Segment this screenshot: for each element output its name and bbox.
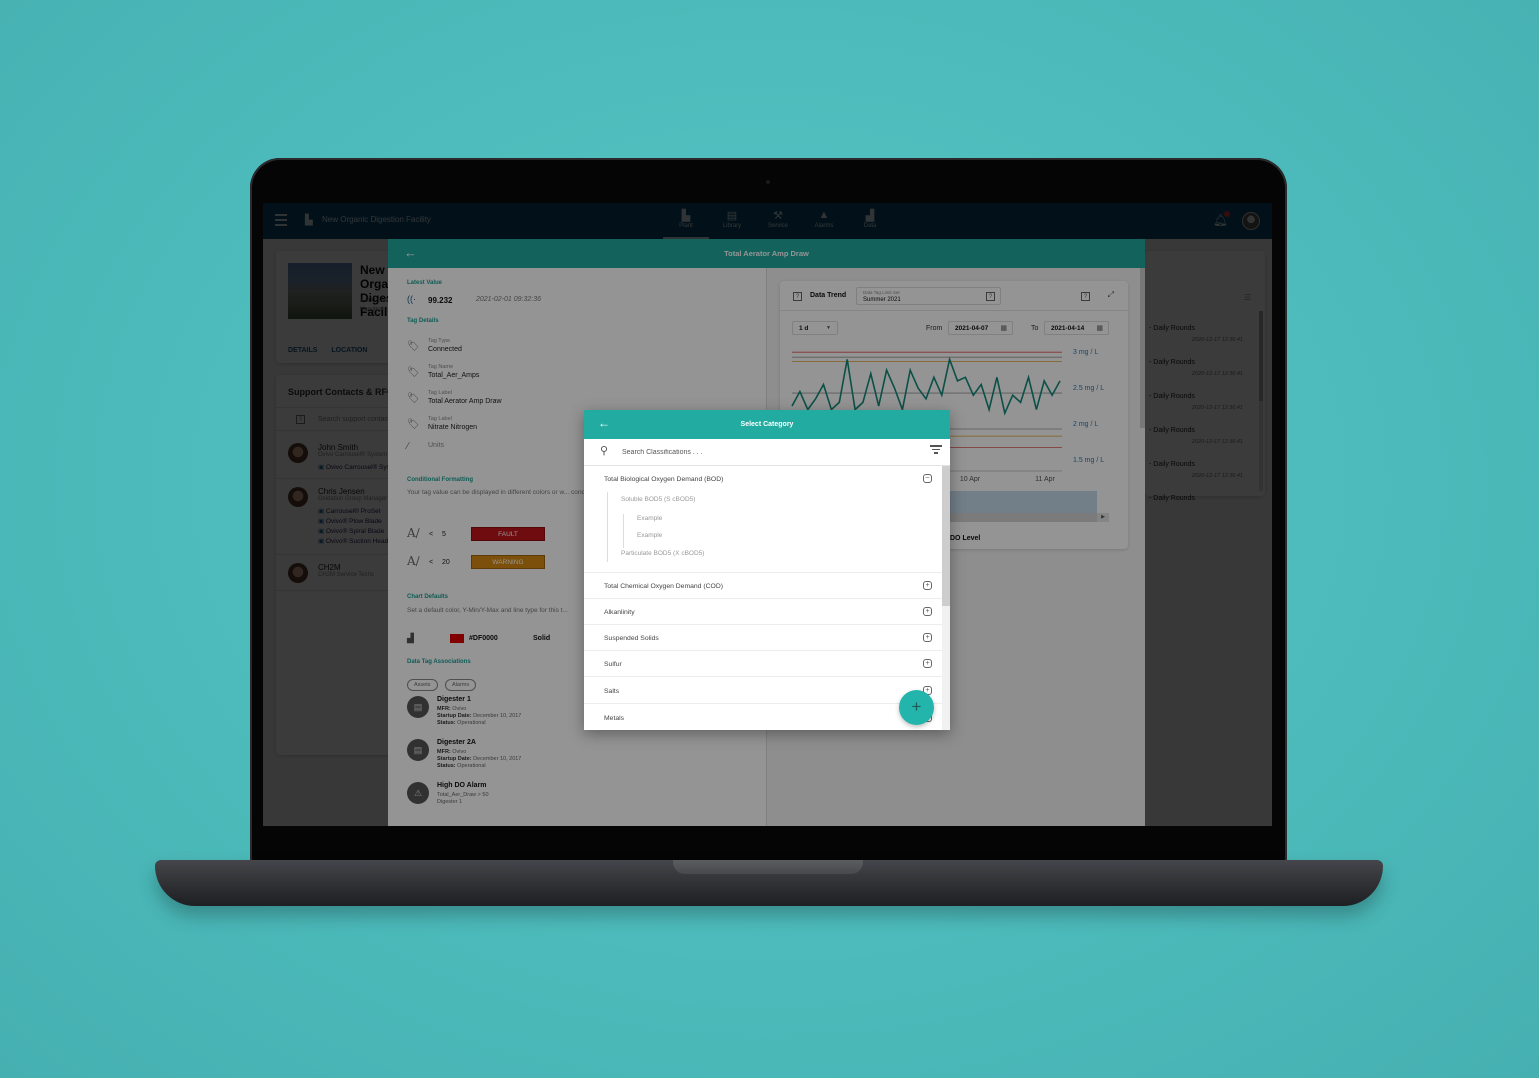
classification-search: ⚲: [584, 439, 950, 466]
app-screen: New Organic Digestion Facility 1-800-555…: [263, 203, 1272, 826]
category-item[interactable]: Suspended Solids +: [584, 625, 942, 651]
dialog-scrollbar[interactable]: [942, 466, 950, 730]
category-label: Alkanlinity: [604, 609, 635, 616]
category-item[interactable]: Sulfur +: [584, 651, 942, 677]
expand-plus-icon[interactable]: +: [923, 659, 932, 668]
tree-line: [607, 492, 608, 562]
category-item[interactable]: Salts +: [584, 678, 942, 704]
tree-line: [623, 514, 624, 548]
category-label: Total Chemical Oxygen Demand (COD): [604, 583, 723, 590]
category-item[interactable]: Total Chemical Oxygen Demand (COD) +: [584, 573, 942, 599]
category-item-expanded[interactable]: Total Biological Oxygen Demand (BOD) – S…: [584, 466, 942, 573]
category-label: Total Biological Oxygen Demand (BOD): [604, 476, 724, 483]
add-category-button[interactable]: +: [899, 690, 934, 725]
search-icon: ⚲: [600, 445, 609, 457]
laptop-camera: [766, 180, 770, 184]
collapse-icon[interactable]: –: [923, 474, 932, 483]
expand-plus-icon[interactable]: +: [923, 581, 932, 590]
category-label: Sulfur: [604, 661, 622, 668]
dialog-title: Select Category: [740, 421, 794, 428]
subcategory-item[interactable]: Example: [637, 532, 662, 539]
expand-plus-icon[interactable]: +: [923, 607, 932, 616]
subcategory-item[interactable]: Example: [637, 515, 662, 522]
category-item[interactable]: Metals+: [584, 705, 942, 730]
subcategory-item[interactable]: Soluble BOD5 (S cBOD5): [621, 496, 695, 503]
search-input[interactable]: [622, 446, 902, 458]
category-label: Salts: [604, 688, 620, 695]
laptop-notch: [673, 860, 863, 874]
filter-icon[interactable]: [930, 445, 942, 456]
select-category-dialog: ← Select Category ⚲ Total Biological Oxy…: [584, 410, 950, 730]
subcategory-item[interactable]: Particulate BOD5 (X cBOD5): [621, 550, 704, 557]
dialog-header: ← Select Category: [584, 410, 950, 439]
category-item[interactable]: Alkanlinity +: [584, 599, 942, 625]
category-label: Metals: [604, 715, 625, 722]
category-label: Suspended Solids: [604, 635, 659, 642]
category-list: Total Biological Oxygen Demand (BOD) – S…: [584, 466, 942, 730]
expand-plus-icon[interactable]: +: [923, 633, 932, 642]
